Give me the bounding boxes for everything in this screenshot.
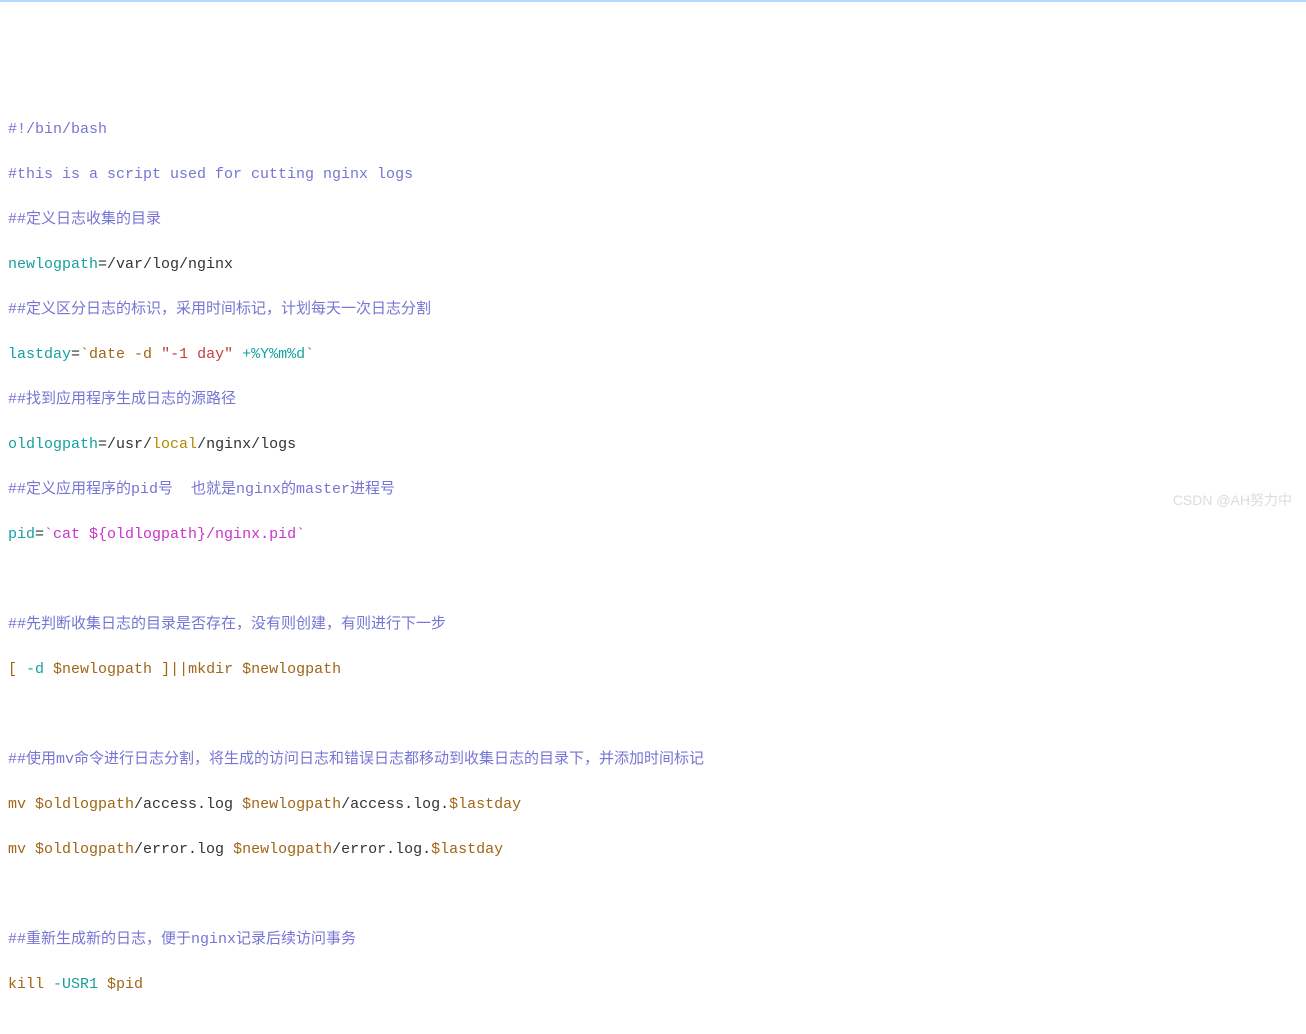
variable: pid [8,526,35,543]
code-line: mv $oldlogpath/error.log $newlogpath/err… [8,839,1298,862]
code-line-blank [8,884,1298,907]
var-ref: $newlogpath [233,841,332,858]
code-line: ##使用mv命令进行日志分割，将生成的访问日志和错误日志都移动到收集日志的目录下… [8,749,1298,772]
code-line: oldlogpath=/usr/local/nginx/logs [8,434,1298,457]
operator: = [98,256,107,273]
code-line: ##定义日志收集的目录 [8,209,1298,232]
path: /error.log. [332,841,431,858]
variable: newlogpath [8,256,98,273]
command: kill [8,976,53,993]
code-line-blank [8,1019,1298,1034]
code-line: ##找到应用程序生成日志的源路径 [8,389,1298,412]
var-ref: $pid [107,976,143,993]
var-ref: $oldlogpath [35,841,134,858]
operator: = [35,526,44,543]
code-line: mv $oldlogpath/access.log $newlogpath/ac… [8,794,1298,817]
comment: ##先判断收集日志的目录是否存在，没有则创建，有则进行下一步 [8,616,446,633]
comment: ##定义日志收集的目录 [8,211,161,228]
comment: ##找到应用程序生成日志的源路径 [8,391,236,408]
path: /access.log. [341,796,449,813]
watermark: CSDN @AH努力中 [1173,490,1292,511]
path: /usr/ [107,436,152,453]
comment: #this is a script used for cutting nginx… [8,166,413,183]
code-block: #!/bin/bash #this is a script used for c… [8,96,1298,1034]
comment: ##重新生成新的日志，便于nginx记录后续访问事务 [8,931,356,948]
variable: oldlogpath [8,436,98,453]
var-ref: $lastday [449,796,521,813]
path-local: local [152,436,197,453]
comment: ##使用mv命令进行日志分割，将生成的访问日志和错误日志都移动到收集日志的目录下… [8,751,704,768]
path: /error.log [134,841,233,858]
bracket-or: ]|| [161,661,188,678]
backtick: ` [80,346,89,363]
backtick: ` [305,346,314,363]
code-line-blank [8,569,1298,592]
command-sub: `cat ${oldlogpath}/nginx.pid` [44,526,305,543]
comment: ##定义应用程序的pid号 也就是nginx的master进程号 [8,481,395,498]
command: mkdir [188,661,233,678]
bracket: [ [8,661,26,678]
format: +%Y%m%d [233,346,305,363]
comment: ##定义区分日志的标识，采用时间标记，计划每天一次日志分割 [8,301,431,318]
var-ref: $newlogpath [242,796,341,813]
code-line: #this is a script used for cutting nginx… [8,164,1298,187]
code-line: ##定义应用程序的pid号 也就是nginx的master进程号 [8,479,1298,502]
code-line: ##先判断收集日志的目录是否存在，没有则创建，有则进行下一步 [8,614,1298,637]
space [98,976,107,993]
code-line: #!/bin/bash [8,119,1298,142]
code-line: lastday=`date -d "-1 day" +%Y%m%d` [8,344,1298,367]
var-ref: $lastday [431,841,503,858]
var-ref: $oldlogpath [35,796,134,813]
code-line: ##重新生成新的日志，便于nginx记录后续访问事务 [8,929,1298,952]
code-line: [ -d $newlogpath ]||mkdir $newlogpath [8,659,1298,682]
var-ref: $newlogpath [44,661,161,678]
flag: -d [26,661,44,678]
command: mv [8,796,35,813]
path: /access.log [134,796,242,813]
code-line-blank [8,704,1298,727]
flag: -USR1 [53,976,98,993]
code-line: kill -USR1 $pid [8,974,1298,997]
code-line: ##定义区分日志的标识，采用时间标记，计划每天一次日志分割 [8,299,1298,322]
variable: lastday [8,346,71,363]
shebang: #!/bin/bash [8,121,107,138]
command: mv [8,841,35,858]
code-line: pid=`cat ${oldlogpath}/nginx.pid` [8,524,1298,547]
operator: = [98,436,107,453]
command: date -d [89,346,161,363]
code-line: newlogpath=/var/log/nginx [8,254,1298,277]
operator: = [71,346,80,363]
var-ref: $newlogpath [233,661,341,678]
string: "-1 day" [161,346,233,363]
path: /nginx/logs [197,436,296,453]
path: /var/log/nginx [107,256,233,273]
